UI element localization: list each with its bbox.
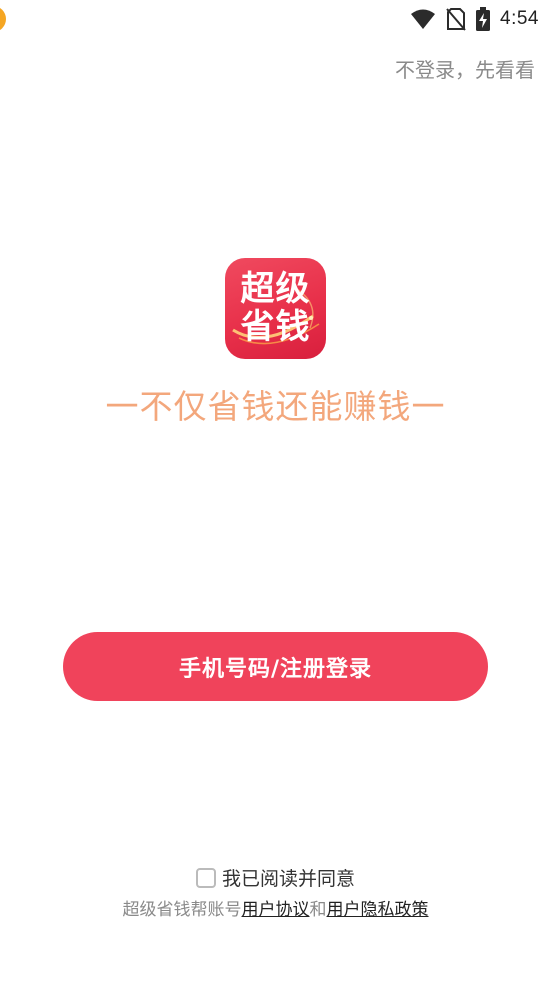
skip-login-link[interactable]: 不登录，先看看 [395, 54, 535, 83]
logo-line-2: 省钱 [240, 307, 311, 347]
battery-charging-icon [476, 7, 491, 31]
policy-row: 超级省钱帮账号用户协议和用户隐私政策 [0, 895, 551, 920]
notification-dot [0, 6, 6, 32]
slogan: 一不仅省钱还能赚钱一 [105, 387, 446, 426]
wifi-icon [410, 8, 436, 30]
policy-conjunction: 和 [309, 900, 327, 920]
status-bar: 4:54 [0, 0, 551, 38]
status-icons: 4:54 [410, 6, 539, 32]
agreement-label: 我已阅读并同意 [221, 868, 355, 890]
app-logo: 超级 省钱 [225, 258, 326, 359]
no-sim-icon [446, 7, 466, 31]
agreement-row: 我已阅读并同意 [0, 864, 551, 891]
agreement-checkbox[interactable] [195, 867, 216, 888]
user-agreement-link[interactable]: 用户协议 [242, 900, 310, 920]
policy-prefix: 超级省钱帮账号 [122, 900, 242, 920]
logo-line-1: 超级 [240, 269, 311, 309]
privacy-policy-link[interactable]: 用户隐私政策 [327, 900, 429, 920]
logo-text: 超级 省钱 [225, 270, 326, 346]
status-time: 4:54 [500, 8, 539, 29]
phone-login-button[interactable]: 手机号码/注册登录 [63, 632, 488, 701]
